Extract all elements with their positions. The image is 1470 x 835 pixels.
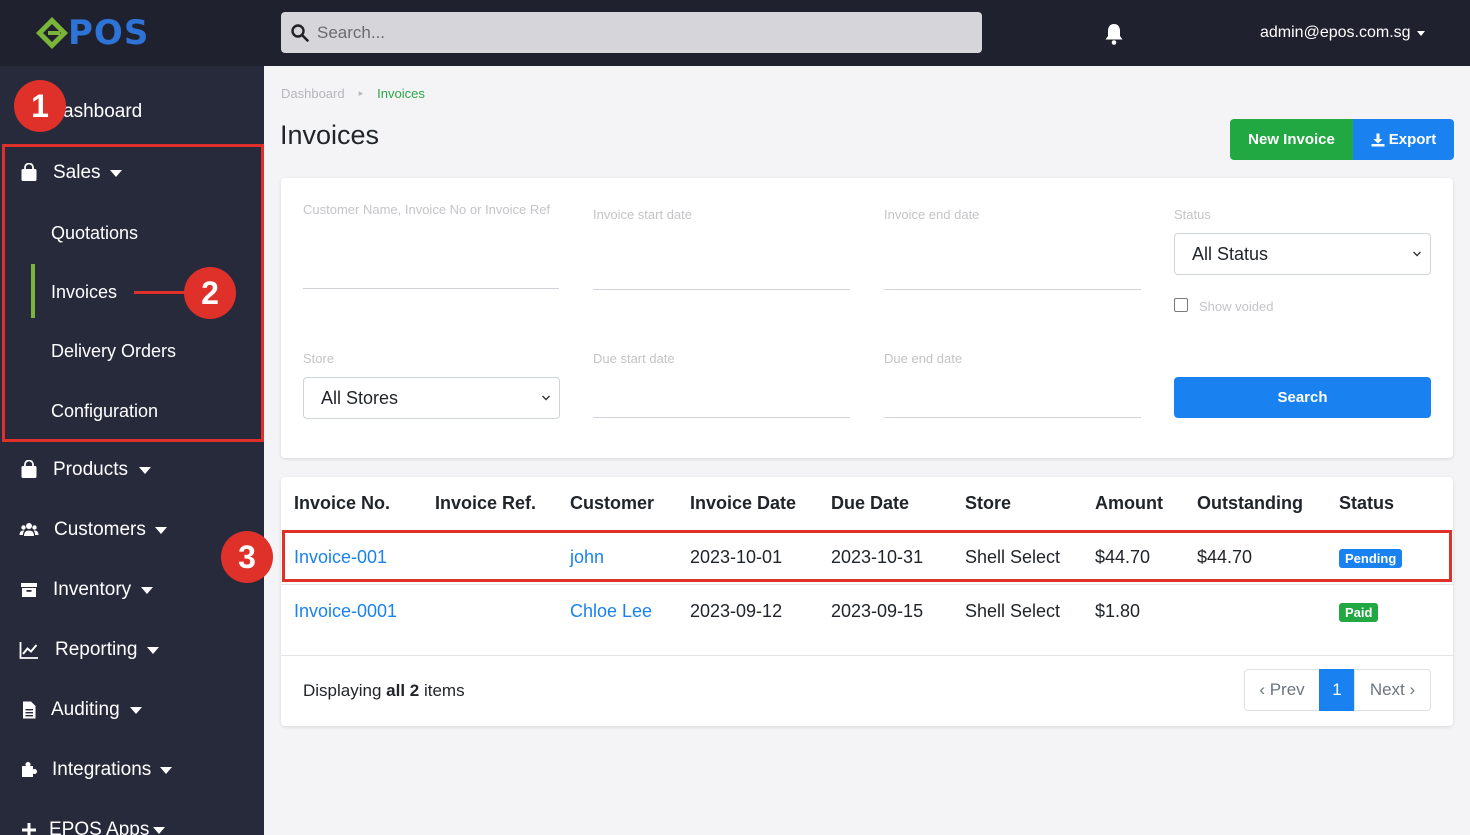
chart-line-icon <box>19 642 38 659</box>
sidebar-item-label: Customers <box>54 519 146 540</box>
column-header-invoice-ref[interactable]: Invoice Ref. <box>435 493 536 514</box>
annotation-step-1: 1 <box>14 80 66 132</box>
invoice-date-cell: 2023-09-12 <box>690 601 783 621</box>
items-count-prefix: Displaying <box>303 681 387 700</box>
file-icon <box>23 701 36 719</box>
row-divider <box>281 584 1453 585</box>
status-select-value: All Status <box>1192 243 1269 264</box>
status-filter-label: Status <box>1174 207 1211 222</box>
store-cell: Shell Select <box>965 601 1061 621</box>
sidebar-item-auditing[interactable]: Auditing <box>0 690 264 730</box>
sidebar-item-integrations[interactable]: Integrations <box>0 750 264 790</box>
annotation-connector <box>134 291 186 294</box>
page-1-button[interactable]: 1 <box>1319 669 1355 711</box>
bell-icon[interactable] <box>1102 22 1126 46</box>
due-end-date-label: Due end date <box>884 351 963 366</box>
export-label: Export <box>1388 131 1437 148</box>
items-count-text: Displaying all 2 items <box>303 681 465 701</box>
customer-filter-label: Customer Name, Invoice No or Invoice Ref <box>303 202 551 217</box>
logo-text: POS <box>68 13 150 53</box>
chevron-down-icon <box>1416 30 1425 36</box>
search-button[interactable]: Search <box>1174 377 1431 418</box>
invoice-end-date-input[interactable] <box>884 289 1141 290</box>
chevron-down-icon <box>141 586 153 594</box>
column-header-store[interactable]: Store <box>965 493 1011 514</box>
chevron-down-icon <box>139 466 151 474</box>
column-header-due-date[interactable]: Due Date <box>831 493 909 514</box>
breadcrumb-separator-icon: ▸ <box>358 88 364 98</box>
logo-mark-icon <box>36 17 68 49</box>
chevron-down-icon <box>130 706 142 714</box>
export-button[interactable]: Export <box>1353 119 1454 160</box>
sidebar-item-label: EPOS Apps <box>49 819 150 835</box>
global-search[interactable] <box>281 12 982 53</box>
due-start-date-input[interactable] <box>593 417 850 418</box>
sidebar-item-epos-apps[interactable]: EPOS Apps <box>0 810 264 835</box>
annotation-step-2: 2 <box>184 267 236 319</box>
column-header-outstanding[interactable]: Outstanding <box>1197 493 1303 514</box>
column-header-invoice-date[interactable]: Invoice Date <box>690 493 796 514</box>
puzzle-icon <box>22 762 37 777</box>
sidebar-item-label: Inventory <box>53 579 132 600</box>
sidebar-item-inventory[interactable]: Inventory <box>0 570 264 610</box>
chevron-down-icon <box>147 646 159 654</box>
user-email: admin@epos.com.sg <box>1260 24 1411 41</box>
plus-icon <box>22 823 36 835</box>
prev-page-button[interactable]: ‹ Prev <box>1244 669 1320 711</box>
status-select[interactable]: All Status <box>1174 233 1431 275</box>
column-header-customer[interactable]: Customer <box>570 493 654 514</box>
show-voided-label: Show voided <box>1199 299 1274 314</box>
shopping-bag-icon <box>21 460 37 478</box>
sidebar-item-products[interactable]: Products <box>0 450 264 490</box>
due-end-date-input[interactable] <box>884 417 1141 418</box>
next-page-button[interactable]: Next › <box>1354 669 1431 711</box>
customer-filter-input[interactable] <box>303 288 559 289</box>
store-select-value: All Stores <box>321 387 399 408</box>
sidebar-item-label: Reporting <box>55 639 138 660</box>
breadcrumb-dashboard[interactable]: Dashboard <box>281 86 345 101</box>
table-footer-divider <box>281 655 1453 656</box>
user-menu[interactable]: admin@epos.com.sg <box>1260 24 1425 42</box>
sidebar-item-reporting[interactable]: Reporting <box>0 630 264 670</box>
chevron-down-icon <box>542 395 550 401</box>
top-navbar: POS admin@epos.com.sg <box>0 0 1470 66</box>
customer-link[interactable]: Chloe Lee <box>570 601 652 622</box>
download-icon <box>1371 133 1385 146</box>
annotation-step-3: 3 <box>221 531 273 583</box>
sidebar-item-label: Integrations <box>52 759 152 780</box>
epos-logo[interactable]: POS <box>34 14 149 52</box>
store-select[interactable]: All Stores <box>303 377 560 419</box>
chevron-down-icon <box>1413 251 1421 257</box>
invoice-start-date-label: Invoice start date <box>593 207 692 222</box>
amount-cell: $1.80 <box>1095 601 1141 621</box>
chevron-down-icon <box>153 826 165 834</box>
sidebar-item-label: Auditing <box>51 699 120 720</box>
users-icon <box>19 523 39 536</box>
search-icon <box>291 23 309 42</box>
chevron-down-icon <box>160 766 172 774</box>
invoice-link[interactable]: Invoice-0001 <box>294 601 397 622</box>
chevron-down-icon <box>155 526 167 534</box>
breadcrumb-current: Invoices <box>377 86 425 101</box>
status-badge: Paid <box>1339 603 1379 622</box>
invoice-end-date-label: Invoice end date <box>884 207 980 222</box>
search-input[interactable] <box>317 22 957 43</box>
page-title: Invoices <box>280 120 380 150</box>
items-count-suffix: items <box>419 681 465 700</box>
sidebar-item-label: ashboard <box>63 101 143 122</box>
due-start-date-label: Due start date <box>593 351 675 366</box>
column-header-status[interactable]: Status <box>1339 493 1394 514</box>
breadcrumb: Dashboard ▸ Invoices <box>281 86 425 101</box>
sidebar-item-label: Products <box>53 459 128 480</box>
invoice-row-highlight <box>282 530 1452 582</box>
archive-icon <box>21 583 37 597</box>
column-header-invoice-no[interactable]: Invoice No. <box>294 493 390 514</box>
column-header-amount[interactable]: Amount <box>1095 493 1163 514</box>
items-count-bold: all 2 <box>386 681 420 700</box>
invoice-start-date-input[interactable] <box>593 289 850 290</box>
new-invoice-button[interactable]: New Invoice <box>1230 119 1353 160</box>
store-filter-label: Store <box>303 351 335 366</box>
due-date-cell: 2023-09-15 <box>831 601 924 621</box>
show-voided-checkbox[interactable] <box>1174 298 1188 312</box>
